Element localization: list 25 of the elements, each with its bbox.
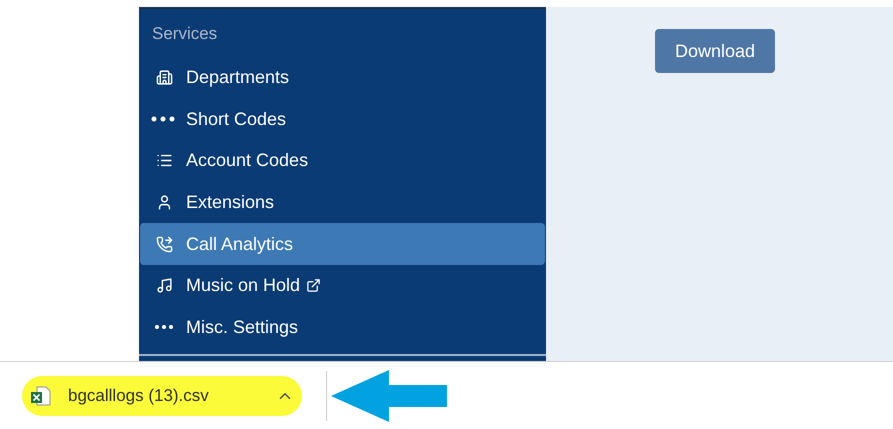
music-icon [156, 277, 172, 294]
item-label: Departments [186, 66, 290, 89]
sidebar-item[interactable]: Account Codes [140, 140, 545, 182]
item-label: Account Codes [186, 149, 308, 172]
item-label: Short Codes [186, 108, 286, 131]
sidebar-item[interactable]: Misc. Settings [140, 306, 545, 348]
download-item[interactable]: bgcalllogs (13).csv [22, 376, 302, 416]
sidebar-item[interactable]: Music on Hold [140, 264, 545, 307]
building-icon [156, 68, 172, 86]
spreadsheet-file-icon [30, 384, 52, 406]
item-label: Extensions [186, 190, 274, 214]
file-name: bgcalllogs (13).csv [68, 384, 210, 407]
phone-icon [156, 236, 172, 253]
sidebar-heading: Services [151, 23, 218, 45]
dots-icon [155, 325, 173, 330]
sidebar-item[interactable]: Departments [140, 56, 545, 98]
external-link-icon [306, 278, 322, 294]
item-label: Music on Hold [186, 274, 300, 298]
download-button[interactable]: Download [655, 29, 775, 73]
sidebar-item[interactable]: Call Analytics [140, 223, 545, 265]
sidebar-item[interactable]: Short Codes [140, 98, 545, 140]
sidebar-item[interactable]: Extensions [140, 182, 545, 224]
item-label: Call Analytics [186, 232, 294, 256]
arrow-icon [329, 368, 449, 424]
item-label: Misc. Settings [186, 316, 298, 339]
